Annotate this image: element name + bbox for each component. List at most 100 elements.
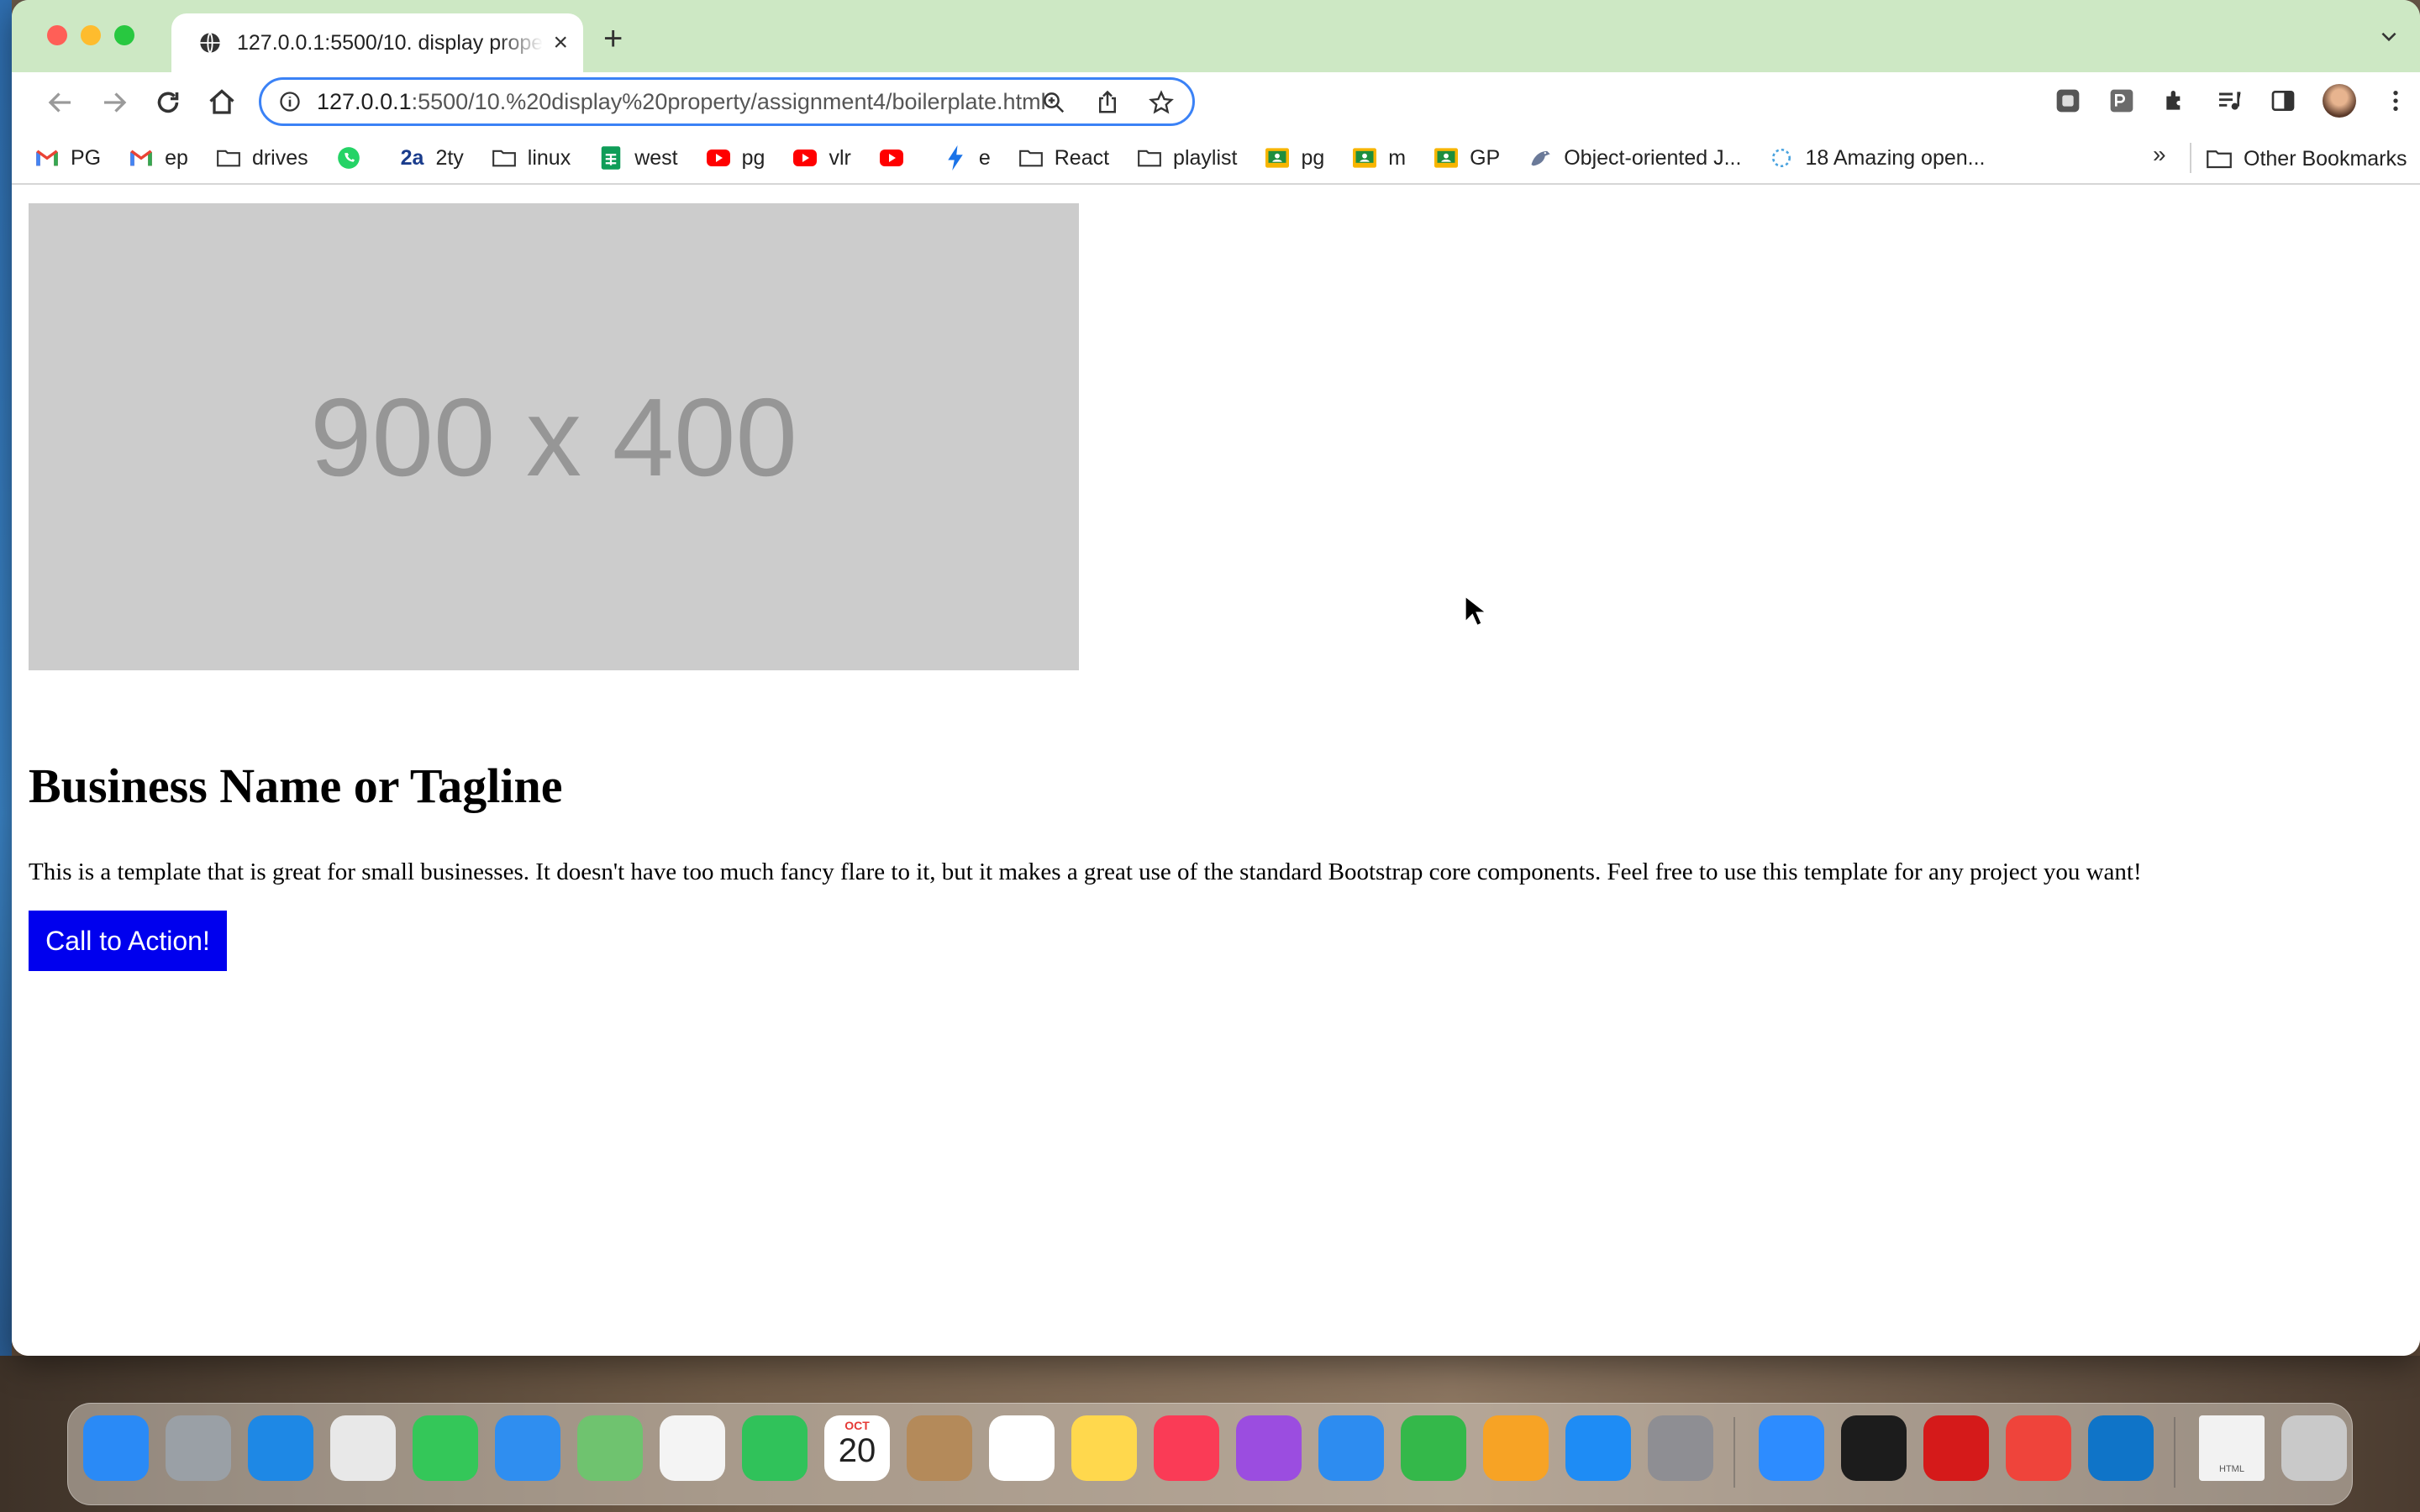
bookmark-item[interactable]: [337, 146, 372, 170]
url-path: :5500/10.%20display%20property/assignmen…: [411, 88, 1046, 114]
tab-strip: 127.0.0.1:5500/10. display property/assi…: [12, 0, 2420, 72]
anydesk-icon[interactable]: [2006, 1415, 2071, 1481]
terminal-icon[interactable]: [1841, 1415, 1907, 1481]
reminders-icon[interactable]: [989, 1415, 1055, 1481]
browser-menu-icon[interactable]: [2381, 87, 2410, 115]
profile-avatar[interactable]: [2323, 84, 2356, 118]
finder-icon[interactable]: [83, 1415, 149, 1481]
bookmark-item[interactable]: m: [1353, 146, 1406, 171]
bookmark-label: pg: [1301, 145, 1325, 170]
bookmarks-bar: PG ep drives 2a 2ty linux west pg vlr e React playl…: [12, 133, 2420, 185]
home-icon[interactable]: [207, 87, 237, 118]
html-file-icon[interactable]: HTML: [2199, 1415, 2265, 1481]
acrobat-icon[interactable]: [1923, 1415, 1989, 1481]
folder-icon: [492, 146, 516, 170]
gmail-icon: [129, 146, 153, 170]
site-info-icon[interactable]: [278, 90, 302, 113]
minimize-window-button[interactable]: [81, 25, 101, 45]
bookmark-item[interactable]: linux: [492, 146, 571, 171]
share-icon[interactable]: [1095, 90, 1120, 115]
reload-icon[interactable]: [153, 87, 183, 118]
extensions-puzzle-icon[interactable]: [2161, 87, 2190, 115]
bookmark-label: e: [978, 145, 991, 170]
bookmark-item[interactable]: Object-oriented J...: [1528, 146, 1741, 171]
zoom-icon[interactable]: [1759, 1415, 1824, 1481]
folder-icon: [1018, 146, 1043, 170]
2a-icon: 2a: [400, 145, 424, 170]
bookmark-item[interactable]: PG: [35, 146, 101, 171]
podcasts-icon[interactable]: [1236, 1415, 1302, 1481]
bookmark-item[interactable]: vlr: [793, 146, 851, 171]
facetime-icon[interactable]: [742, 1415, 808, 1481]
new-tab-button[interactable]: +: [603, 22, 623, 55]
pages-icon[interactable]: [1483, 1415, 1549, 1481]
numbers-icon[interactable]: [1401, 1415, 1466, 1481]
bookmark-label: GP: [1470, 145, 1501, 170]
tab-close-icon[interactable]: ×: [553, 30, 568, 55]
bookmark-item[interactable]: west: [599, 146, 678, 171]
youtube-icon: [706, 146, 730, 170]
music-icon[interactable]: [1154, 1415, 1219, 1481]
bookmark-label: PG: [71, 145, 102, 170]
close-window-button[interactable]: [47, 25, 67, 45]
url-host: 127.0.0.1: [317, 88, 412, 114]
url-text: 127.0.0.1:5500/10.%20display%20property/…: [317, 89, 1046, 115]
hero-placeholder-image: 900 x 400: [29, 203, 1079, 670]
trash-icon[interactable]: [2281, 1415, 2347, 1481]
bookmark-item[interactable]: e: [944, 145, 991, 171]
bookmark-item[interactable]: drives: [217, 146, 308, 171]
tab-search-chevron-icon[interactable]: [2378, 25, 2400, 47]
placeholder-dimensions-text: 900 x 400: [310, 375, 797, 499]
dock-separator: [2174, 1417, 2175, 1488]
classroom-icon: [1434, 146, 1459, 170]
bookmark-item[interactable]: playlist: [1138, 146, 1237, 171]
fullscreen-window-button[interactable]: [114, 25, 134, 45]
bookmark-label: linux: [527, 145, 571, 170]
back-arrow-icon[interactable]: [45, 87, 76, 118]
mail-icon[interactable]: [495, 1415, 560, 1481]
maps-icon[interactable]: [577, 1415, 643, 1481]
bookmark-item[interactable]: 18 Amazing open...: [1770, 146, 1986, 171]
contacts-icon[interactable]: [907, 1415, 972, 1481]
chrome-icon[interactable]: [330, 1415, 396, 1481]
web-page: 900 x 400 Business Name or Tagline This …: [12, 186, 2420, 1356]
extension-icon-2[interactable]: [2107, 87, 2136, 115]
browser-window: 127.0.0.1:5500/10. display property/assi…: [12, 0, 2420, 1356]
bookmark-item[interactable]: pg: [706, 146, 765, 171]
safari-icon[interactable]: [248, 1415, 313, 1481]
calendar-icon[interactable]: OCT 20: [824, 1415, 890, 1481]
side-panel-icon[interactable]: [2269, 87, 2297, 115]
messages-icon[interactable]: [413, 1415, 478, 1481]
html-file-label: HTML: [2219, 1464, 2244, 1474]
bookmark-item[interactable]: React: [1018, 145, 1110, 171]
other-bookmarks-folder[interactable]: Other Bookmarks: [2207, 133, 2407, 185]
notes-icon[interactable]: [1071, 1415, 1137, 1481]
launchpad-icon[interactable]: [166, 1415, 231, 1481]
bookmark-item[interactable]: 2a 2ty: [401, 146, 464, 171]
bookmark-label: drives: [251, 145, 308, 170]
system-settings-icon[interactable]: [1648, 1415, 1713, 1481]
bookmark-item[interactable]: pg: [1265, 146, 1324, 171]
keynote-icon[interactable]: [1318, 1415, 1384, 1481]
call-to-action-button[interactable]: Call to Action!: [29, 911, 227, 971]
bookmark-item[interactable]: ep: [129, 146, 188, 171]
bookmark-star-icon[interactable]: [1149, 90, 1174, 115]
bookmark-item[interactable]: GP: [1434, 146, 1500, 171]
bookmark-item[interactable]: [879, 146, 915, 170]
calendar-month: OCT: [844, 1419, 870, 1432]
more-bookmarks-chevron[interactable]: »: [2153, 141, 2166, 168]
photos-icon[interactable]: [660, 1415, 725, 1481]
browser-tab[interactable]: 127.0.0.1:5500/10. display property/assi…: [171, 13, 583, 72]
extension-icon-1[interactable]: [2054, 87, 2082, 115]
bookmark-label: ep: [165, 145, 188, 170]
bookmark-label: React: [1054, 145, 1110, 170]
gmail-icon: [35, 146, 59, 170]
app-store-icon[interactable]: [1565, 1415, 1631, 1481]
forward-arrow-icon[interactable]: [99, 87, 129, 118]
media-controls-icon[interactable]: [2215, 87, 2244, 115]
bookmarks-divider: [2190, 143, 2191, 173]
youtube-icon: [793, 146, 818, 170]
vscode-icon[interactable]: [2088, 1415, 2154, 1481]
zoom-icon[interactable]: [1041, 90, 1066, 115]
address-bar[interactable]: 127.0.0.1:5500/10.%20display%20property/…: [259, 77, 1195, 126]
